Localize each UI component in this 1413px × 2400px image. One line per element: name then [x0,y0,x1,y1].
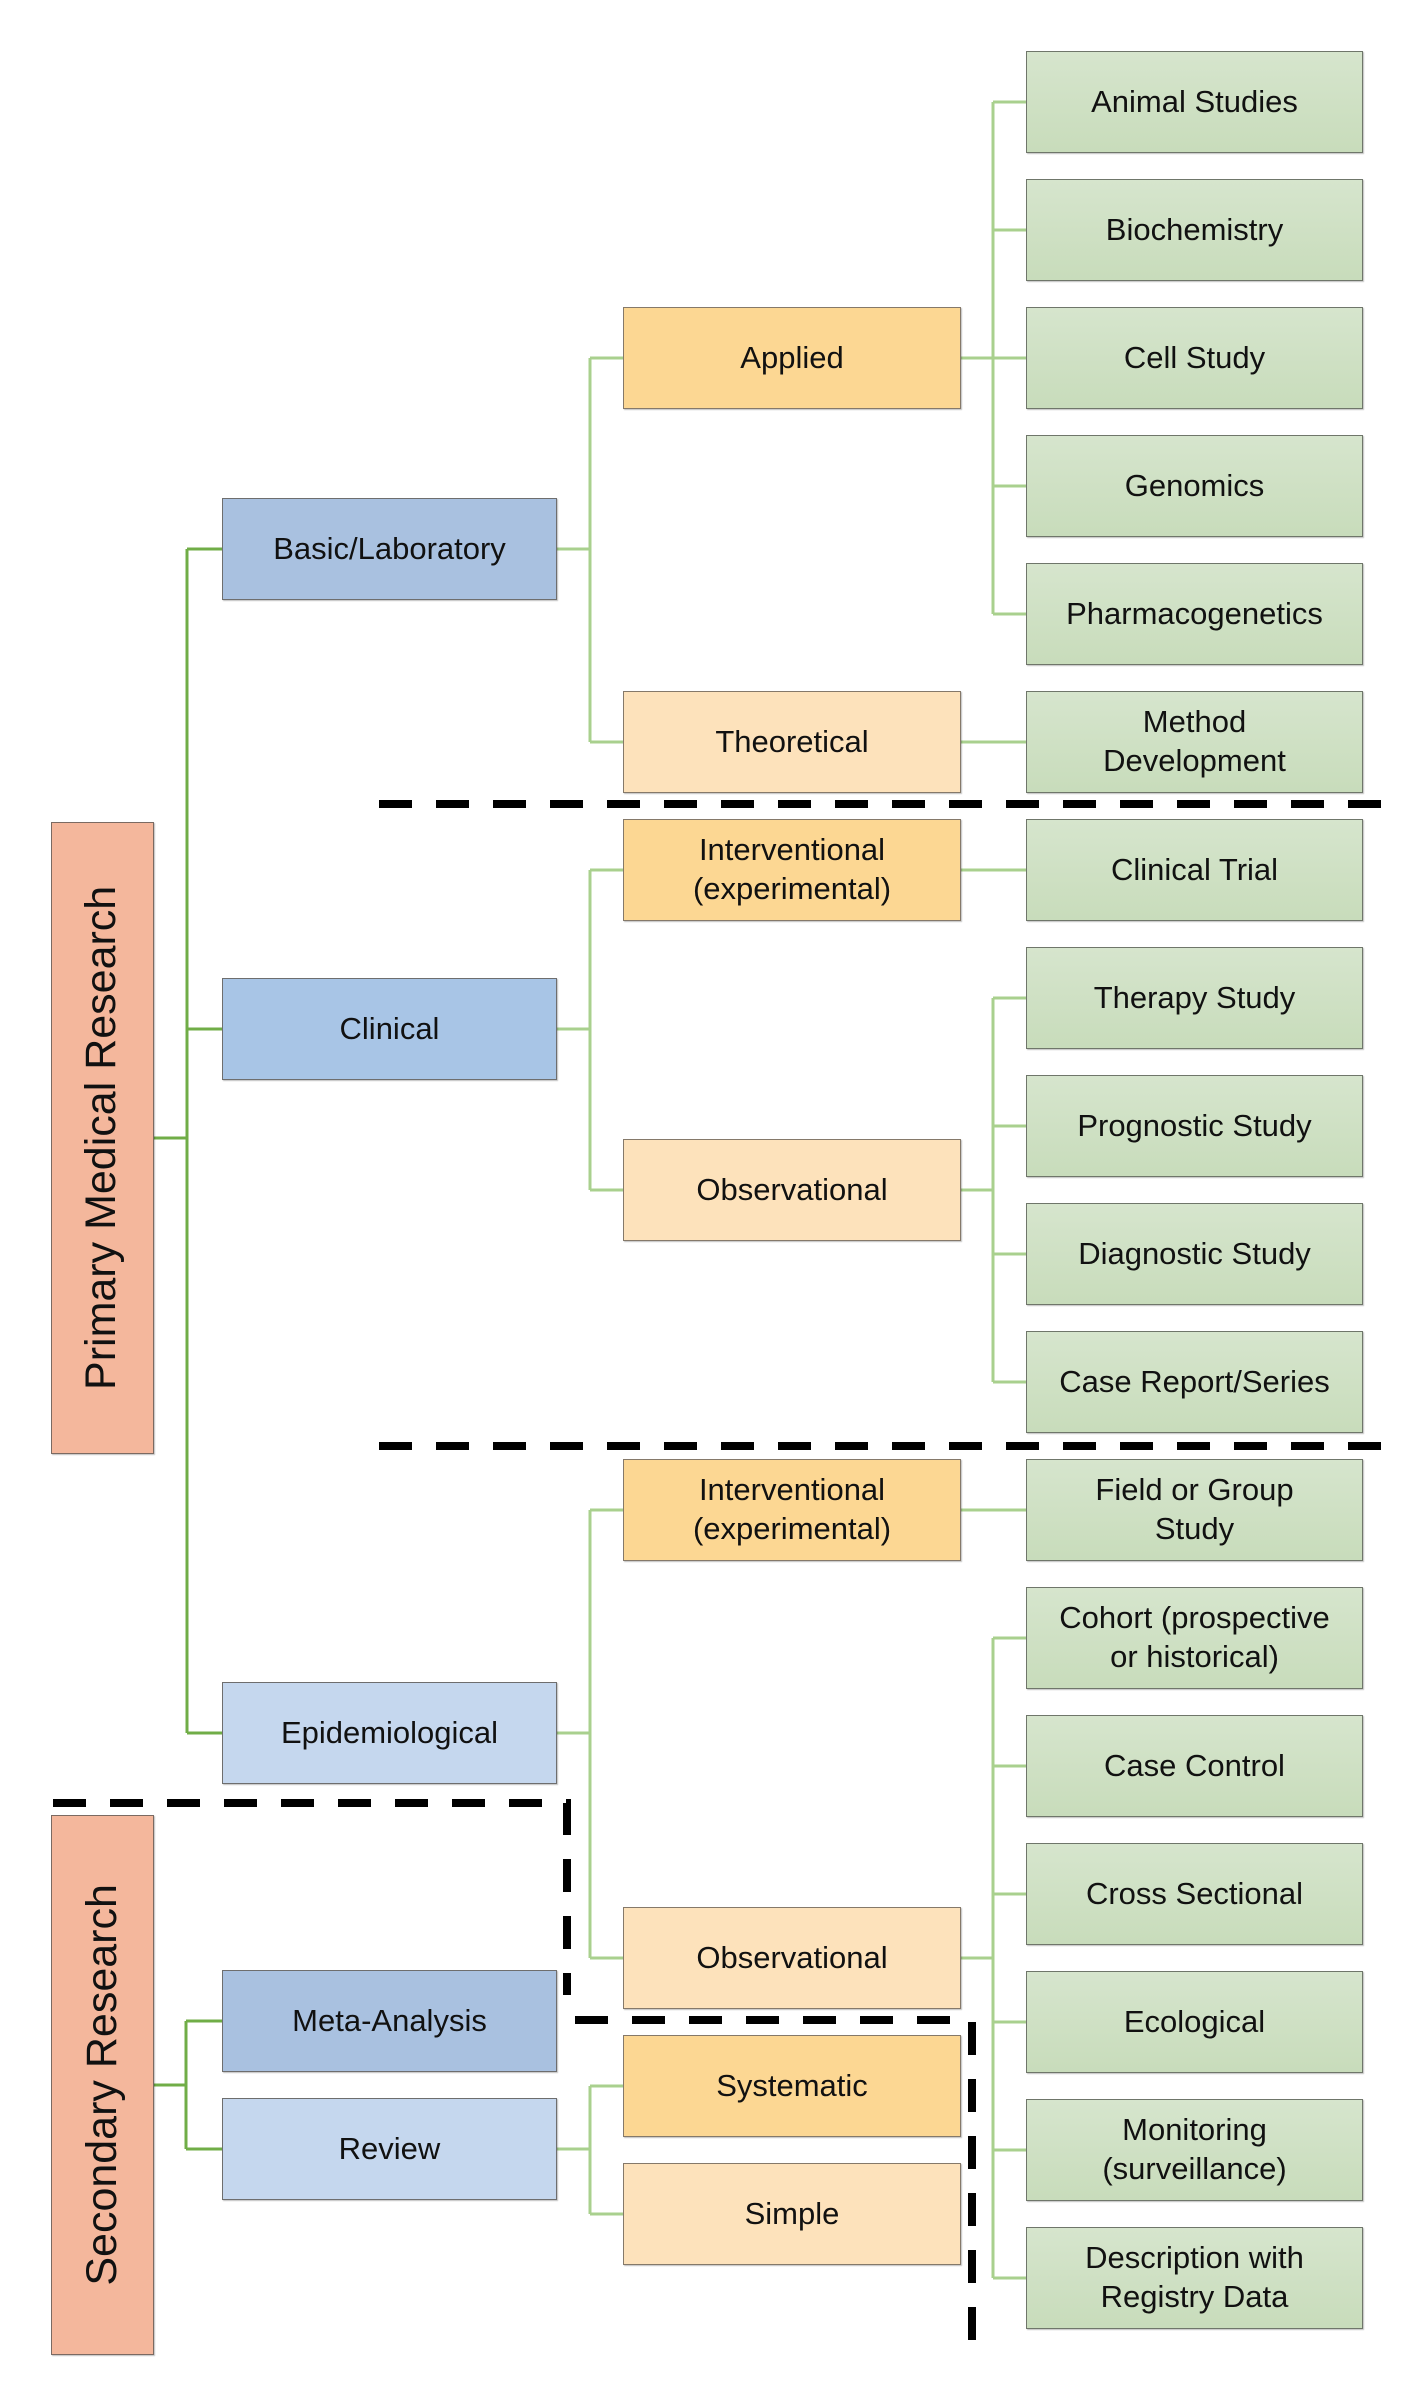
node-label: Simple [744,2195,840,2231]
node-clinical: Clinical [222,978,557,1080]
node-epidemiological: Epidemiological [222,1682,557,1784]
root-label: Primary Medical Research [77,885,126,1391]
node-genomics: Genomics [1026,435,1363,537]
node-applied: Applied [623,307,961,409]
node-clinical-interventional: Interventional (experimental) [623,819,961,921]
node-case-report-series: Case Report/Series [1026,1331,1363,1433]
node-label: Cross Sectional [1085,1875,1304,1911]
node-label: Epidemiological [280,1714,499,1750]
node-label: Monitoring (surveillance) [1102,2112,1287,2186]
node-basic-laboratory: Basic/Laboratory [222,498,557,600]
node-clinical-trial: Clinical Trial [1026,819,1363,921]
node-epi-interventional: Interventional (experimental) [623,1459,961,1561]
node-diagnostic-study: Diagnostic Study [1026,1203,1363,1305]
node-label: Cohort (prospective or historical) [1059,1600,1330,1674]
node-monitoring: Monitoring (surveillance) [1026,2099,1363,2201]
node-systematic: Systematic [623,2035,961,2137]
node-label: Theoretical [715,723,869,759]
node-case-control: Case Control [1026,1715,1363,1817]
node-label: Review [338,2130,441,2166]
node-label: Prognostic Study [1077,1107,1312,1143]
root-secondary-research: Secondary Research [51,1815,154,2355]
node-label: Interventional (experimental) [692,832,892,906]
node-label: Observational [696,1171,888,1207]
node-field-group-study: Field or Group Study [1026,1459,1363,1561]
root-label: Secondary Research [77,1884,126,2286]
node-epi-observational: Observational [623,1907,961,2009]
node-label: Interventional (experimental) [692,1472,892,1546]
node-clinical-observational: Observational [623,1139,961,1241]
node-label: Pharmacogenetics [1066,595,1323,631]
node-label: Genomics [1124,467,1265,503]
node-therapy-study: Therapy Study [1026,947,1363,1049]
node-label: Animal Studies [1091,83,1298,119]
node-label: Meta-Analysis [292,2002,487,2038]
node-label: Therapy Study [1093,979,1296,1015]
node-animal-studies: Animal Studies [1026,51,1363,153]
node-label: Case Control [1104,1747,1285,1783]
node-method-development: Method Development [1026,691,1363,793]
root-primary-medical-research: Primary Medical Research [51,822,154,1454]
node-label: Biochemistry [1105,211,1284,247]
node-label: Method Development [1103,704,1286,778]
node-label: Diagnostic Study [1078,1235,1311,1271]
node-label: Clinical Trial [1110,851,1279,887]
node-biochemistry: Biochemistry [1026,179,1363,281]
node-ecological: Ecological [1026,1971,1363,2073]
node-label: Systematic [716,2067,868,2103]
node-label: Description with Registry Data [1085,2240,1304,2314]
level3-connectors [961,100,1026,2280]
node-label: Clinical [339,1010,440,1046]
node-pharmacogenetics: Pharmacogenetics [1026,563,1363,665]
primary-connectors [154,547,222,2151]
node-cohort: Cohort (prospective or historical) [1026,1587,1363,1689]
node-meta-analysis: Meta-Analysis [222,1970,557,2072]
node-label: Case Report/Series [1059,1363,1330,1399]
node-cell-study: Cell Study [1026,307,1363,409]
node-prognostic-study: Prognostic Study [1026,1075,1363,1177]
node-label: Observational [696,1939,888,1975]
node-label: Field or Group Study [1095,1472,1294,1546]
node-simple: Simple [623,2163,961,2265]
node-review: Review [222,2098,557,2200]
node-label: Cell Study [1123,339,1266,375]
node-label: Basic/Laboratory [273,530,506,566]
node-theoretical: Theoretical [623,691,961,793]
node-cross-sectional: Cross Sectional [1026,1843,1363,1945]
node-label: Applied [740,339,844,375]
node-description-registry: Description with Registry Data [1026,2227,1363,2329]
node-label: Ecological [1123,2003,1266,2039]
